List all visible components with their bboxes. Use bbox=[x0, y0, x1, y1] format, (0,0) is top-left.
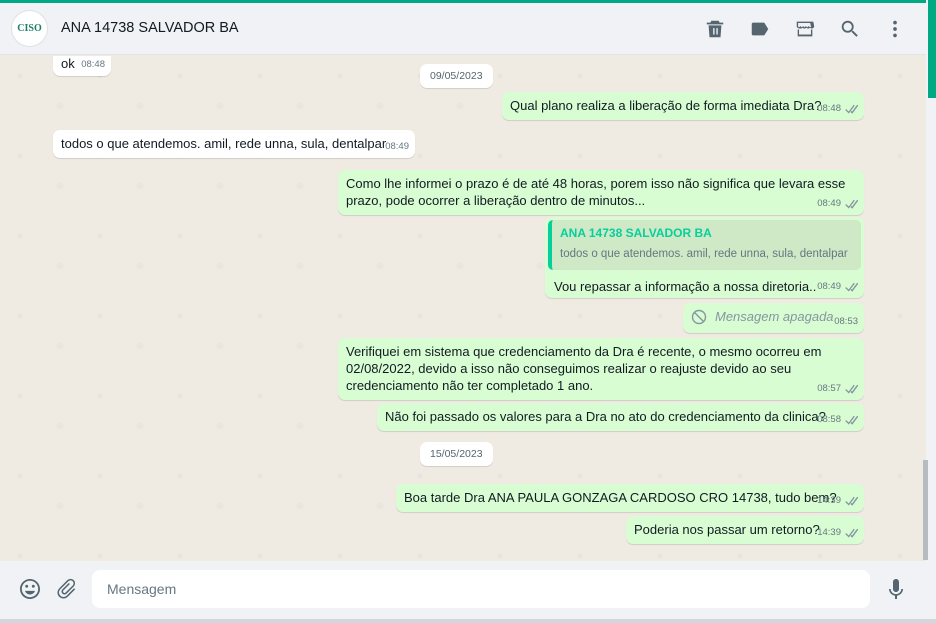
message-outgoing[interactable]: Qual plano realiza a liberação de forma … bbox=[502, 92, 864, 120]
double-check-icon bbox=[845, 104, 858, 114]
attach-icon[interactable] bbox=[54, 576, 80, 602]
quoted-text: todos o que atendemos. amil, rede unna, … bbox=[560, 248, 848, 260]
message-time: 08:57 bbox=[817, 380, 858, 397]
message-outgoing[interactable]: Não foi passado os valores para a Dra no… bbox=[377, 403, 864, 431]
message-time: 08:48 bbox=[817, 100, 858, 117]
date-divider: 09/05/2023 bbox=[420, 64, 493, 88]
message-time: 08:49 bbox=[385, 138, 409, 155]
time-text: 08:57 bbox=[817, 383, 841, 394]
message-time: 08:49 bbox=[817, 195, 858, 212]
time-text: 08:48 bbox=[817, 103, 841, 114]
label-icon[interactable] bbox=[748, 17, 772, 41]
chat-area[interactable]: ok 08:48 09/05/2023 Qual plano realiza a… bbox=[0, 56, 926, 561]
message-text: ok bbox=[61, 56, 75, 71]
double-check-icon bbox=[845, 199, 858, 209]
time-text: 08:49 bbox=[817, 198, 841, 209]
message-outgoing[interactable]: Boa tarde Dra ANA PAULA GONZAGA CARDOSO … bbox=[396, 484, 864, 512]
message-incoming[interactable]: ok 08:48 bbox=[53, 56, 111, 76]
message-input[interactable] bbox=[92, 570, 870, 608]
double-check-icon bbox=[845, 384, 858, 394]
message-text: todos o que atendemos. amil, rede unna, … bbox=[61, 136, 387, 151]
time-text: 08:48 bbox=[81, 59, 105, 70]
scrollbar-thumb[interactable] bbox=[923, 460, 928, 560]
message-line: prazo, pode ocorrer a liberação dentro d… bbox=[346, 193, 646, 208]
message-text: Poderia nos passar um retorno? bbox=[634, 522, 820, 537]
avatar-logo-text: CISO bbox=[17, 23, 42, 34]
time-text: 14:39 bbox=[817, 495, 841, 506]
message-text: Qual plano realiza a liberação de forma … bbox=[510, 98, 822, 113]
quoted-author: ANA 14738 SALVADOR BA bbox=[560, 226, 712, 240]
quoted-message[interactable]: ANA 14738 SALVADOR BA todos o que atende… bbox=[548, 220, 861, 270]
message-time: 08:53 bbox=[834, 313, 858, 330]
double-check-icon bbox=[845, 496, 858, 506]
message-incoming[interactable]: todos o que atendemos. amil, rede unna, … bbox=[53, 130, 415, 158]
trash-icon[interactable] bbox=[703, 17, 727, 41]
message-time: 08:58 bbox=[817, 411, 858, 428]
deleted-text: Mensagem apagada bbox=[715, 309, 834, 324]
store-icon[interactable] bbox=[793, 17, 817, 41]
message-outgoing[interactable]: Como lhe informei o prazo é de até 48 ho… bbox=[338, 170, 864, 215]
time-text: 08:58 bbox=[817, 414, 841, 425]
message-deleted[interactable]: Mensagem apagada 08:53 bbox=[683, 303, 864, 333]
message-outgoing[interactable]: Verifiquei em sistema que credenciamento… bbox=[338, 338, 864, 400]
time-text: 14:39 bbox=[817, 527, 841, 538]
compose-bar bbox=[0, 561, 926, 619]
avatar[interactable]: CISO bbox=[11, 10, 48, 47]
message-line: Verifiquei em sistema que credenciamento… bbox=[346, 344, 822, 359]
double-check-icon bbox=[845, 415, 858, 425]
message-line: credenciamento não ter completado 1 ano. bbox=[346, 378, 594, 393]
message-text: Não foi passado os valores para a Dra no… bbox=[385, 409, 826, 424]
message-text: Vou repassar a informação a nossa direto… bbox=[554, 279, 817, 294]
time-text: 08:49 bbox=[385, 141, 409, 152]
message-time: 14:39 bbox=[817, 492, 858, 509]
blocked-icon bbox=[691, 309, 707, 324]
double-check-icon bbox=[845, 528, 858, 538]
menu-icon[interactable] bbox=[883, 17, 907, 41]
message-outgoing[interactable]: Poderia nos passar um retorno? 14:39 bbox=[626, 516, 864, 544]
message-line: Como lhe informei o prazo é de até 48 ho… bbox=[346, 176, 846, 191]
message-line: 02/08/2022, devido a isso não conseguimo… bbox=[346, 361, 792, 376]
bottom-bar bbox=[0, 619, 936, 623]
date-divider: 15/05/2023 bbox=[420, 442, 493, 466]
message-time: 08:48 bbox=[81, 56, 105, 73]
time-text: 08:53 bbox=[834, 316, 858, 327]
contact-name[interactable]: ANA 14738 SALVADOR BA bbox=[61, 20, 239, 36]
emoji-icon[interactable] bbox=[17, 576, 43, 602]
chat-header: CISO ANA 14738 SALVADOR BA bbox=[0, 3, 926, 55]
message-text: Boa tarde Dra ANA PAULA GONZAGA CARDOSO … bbox=[404, 490, 837, 505]
search-icon[interactable] bbox=[838, 17, 862, 41]
microphone-icon[interactable] bbox=[883, 576, 909, 602]
message-time: 08:49 bbox=[817, 278, 858, 295]
message-outgoing-reply[interactable]: ANA 14738 SALVADOR BA todos o que atende… bbox=[545, 217, 864, 298]
time-text: 08:49 bbox=[817, 281, 841, 292]
deleted-content: Mensagem apagada bbox=[691, 308, 856, 325]
scrollbar-accent bbox=[928, 0, 936, 98]
double-check-icon bbox=[845, 282, 858, 292]
message-time: 14:39 bbox=[817, 524, 858, 541]
